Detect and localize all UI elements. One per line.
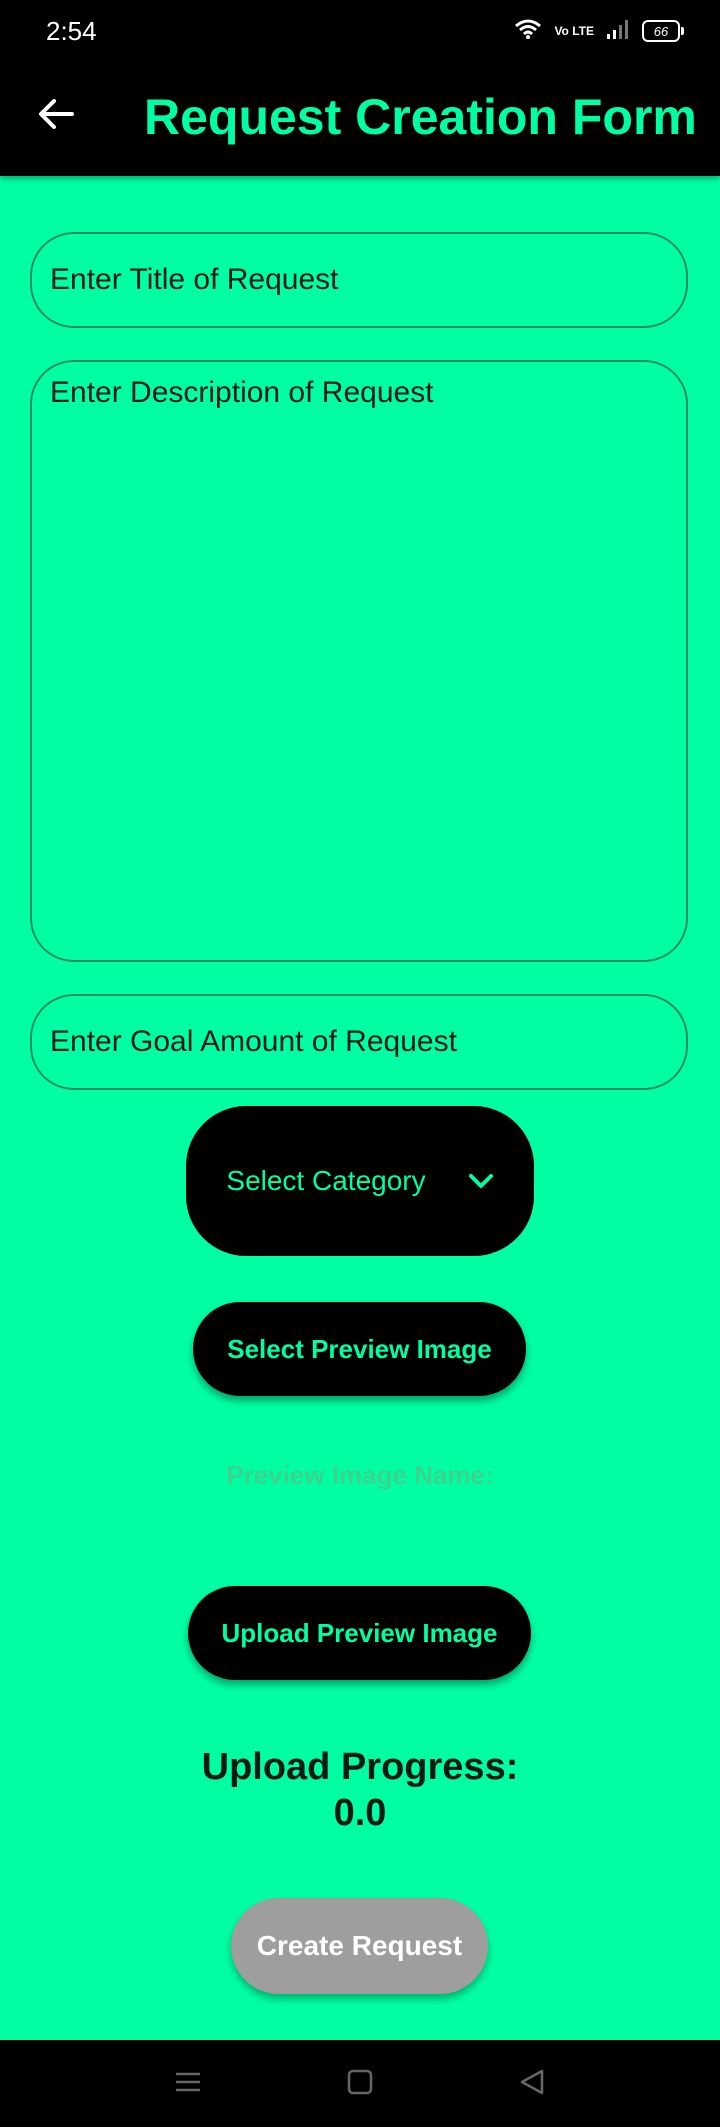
upload-progress-value: 0.0 [333, 1792, 387, 1834]
category-label: Select Category [226, 1165, 426, 1196]
page-title: Request Creation Form [144, 89, 697, 145]
title-input[interactable] [30, 232, 688, 328]
app-bar: Request Creation Form [0, 58, 720, 176]
wifi-icon [514, 18, 542, 45]
select-preview-image-button[interactable]: Select Preview Image [193, 1302, 526, 1396]
battery-icon: 66 [642, 20, 684, 42]
upload-progress-label: Upload Progress: [201, 1746, 519, 1788]
back-nav-button[interactable] [510, 2062, 554, 2106]
signal-icon [606, 18, 630, 45]
create-request-label: Create Request [256, 1930, 463, 1961]
menu-nav-button[interactable] [166, 2062, 210, 2106]
volte-icon: Vo LTE [554, 23, 594, 38]
menu-icon [174, 2071, 202, 2098]
battery-level: 66 [653, 23, 669, 39]
home-nav-button[interactable] [338, 2062, 382, 2106]
back-button[interactable] [30, 90, 82, 142]
status-time: 2:54 [46, 16, 97, 46]
system-nav-bar [0, 2040, 720, 2127]
upload-preview-image-button[interactable]: Upload Preview Image [188, 1586, 531, 1680]
status-icons: Vo LTE 66 [514, 16, 684, 46]
select-preview-image-label: Select Preview Image [227, 1333, 492, 1364]
description-input[interactable] [30, 360, 688, 962]
category-dropdown[interactable]: Select Category [186, 1106, 534, 1256]
goal-amount-input[interactable] [30, 994, 688, 1090]
back-triangle-icon [519, 2068, 545, 2101]
chevron-down-icon [468, 1173, 494, 1189]
preview-image-name-label: Preview Image Name: [226, 1460, 494, 1490]
status-bar: 2:54 Vo LTE 66 [0, 0, 720, 58]
arrow-back-icon [38, 98, 74, 135]
home-square-icon [347, 2069, 373, 2100]
upload-preview-image-label: Upload Preview Image [221, 1617, 498, 1648]
create-request-button[interactable]: Create Request [231, 1898, 488, 1994]
